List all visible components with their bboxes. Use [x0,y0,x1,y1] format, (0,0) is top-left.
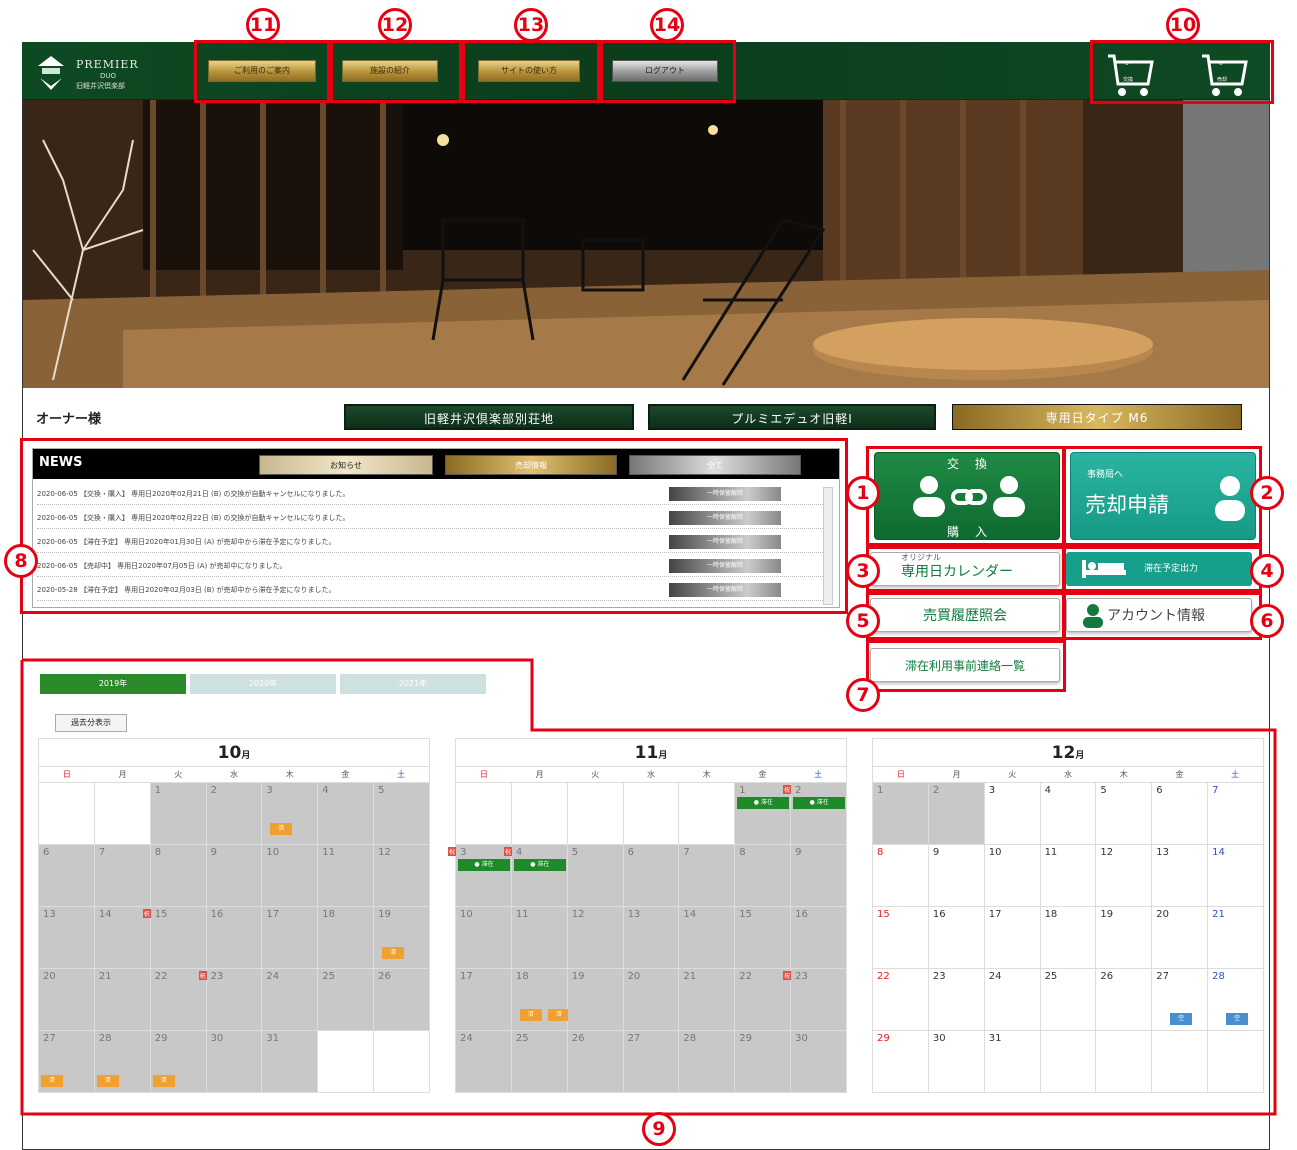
annotation-number: 1 [846,476,880,510]
annotation-number: 7 [846,678,880,712]
annotation-number: 4 [1250,554,1284,588]
annotation-number: 13 [514,8,548,42]
annotation-number: 10 [1166,8,1200,42]
annotation-number: 8 [4,544,38,578]
annotation-number: 11 [246,8,280,42]
annotation-number: 6 [1250,604,1284,638]
annotation-number: 3 [846,554,880,588]
annotation-number: 2 [1250,476,1284,510]
annotation-number: 5 [846,604,880,638]
annotation-number: 14 [650,8,684,42]
annotation-number: 12 [378,8,412,42]
annotation-number: 9 [642,1112,676,1146]
calendar-annotation-outline [20,658,1277,1116]
